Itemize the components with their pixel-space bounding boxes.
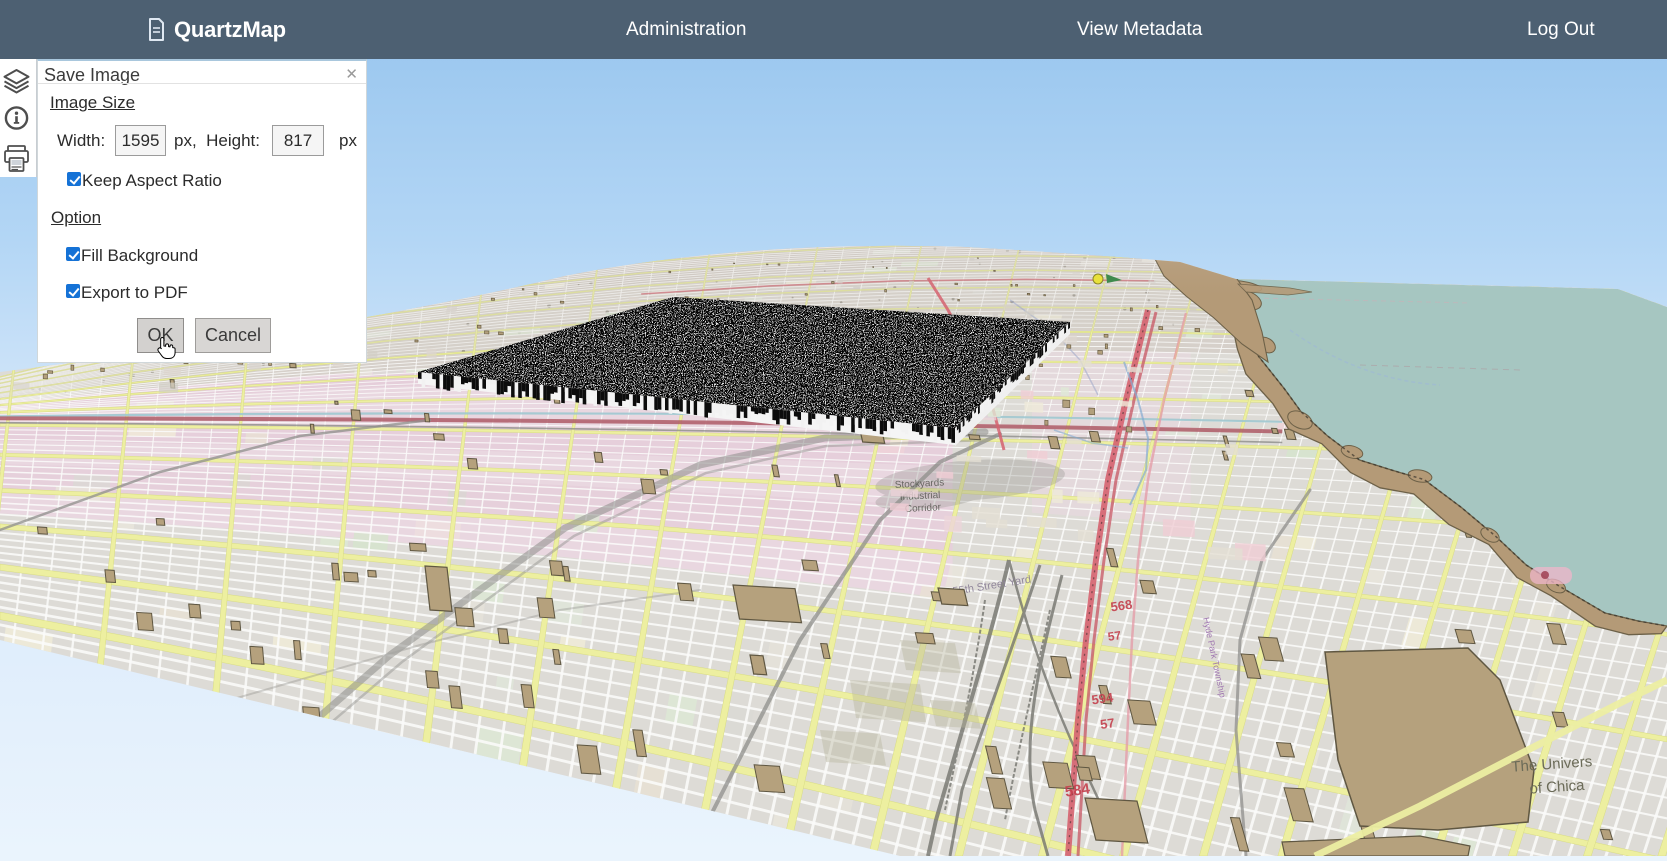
- svg-text:Corridor: Corridor: [905, 502, 942, 515]
- svg-text:568: 568: [1110, 597, 1134, 615]
- svg-text:584: 584: [1064, 780, 1092, 800]
- svg-text:594: 594: [1091, 690, 1115, 708]
- svg-text:57: 57: [1107, 628, 1122, 644]
- svg-text:57: 57: [1099, 715, 1115, 732]
